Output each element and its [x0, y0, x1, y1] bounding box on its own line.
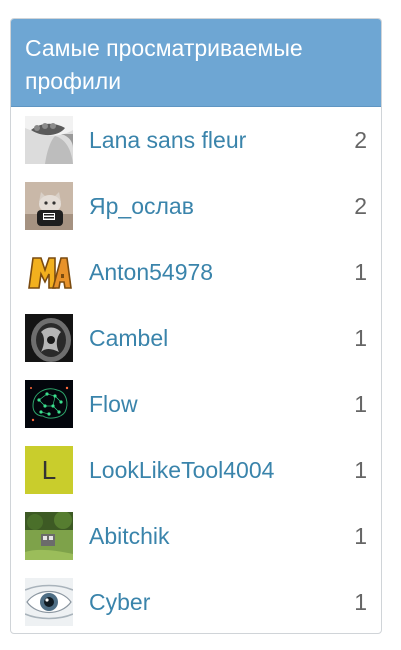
lana-avatar-icon[interactable]	[25, 116, 73, 164]
list-item[interactable]: Anton54978 1	[11, 239, 381, 305]
profile-name[interactable]: Cambel	[89, 325, 354, 352]
letter-avatar[interactable]: L	[25, 446, 73, 494]
profile-name[interactable]: LookLikeTool4004	[89, 457, 354, 484]
list-item[interactable]: L LookLikeTool4004 1	[11, 437, 381, 503]
view-count: 2	[354, 192, 367, 219]
profile-name[interactable]: Cyber	[89, 589, 354, 616]
list-item[interactable]: Яр_ослав 2	[11, 173, 381, 239]
avatar-letter: L	[41, 454, 57, 485]
cat-avatar-icon[interactable]	[25, 182, 73, 230]
view-count: 1	[354, 258, 367, 285]
ma-logo-avatar-icon[interactable]	[25, 248, 73, 296]
profile-name[interactable]: Яр_ослав	[89, 193, 354, 220]
profile-name[interactable]: Anton54978	[89, 259, 354, 286]
view-count: 1	[354, 324, 367, 351]
garden-avatar-icon[interactable]	[25, 512, 73, 560]
most-viewed-profiles-panel: Самые просматриваемые профили Lana sans …	[10, 18, 382, 634]
view-count: 1	[354, 522, 367, 549]
list-item[interactable]: Flow 1	[11, 371, 381, 437]
profiles-list: Lana sans fleur 2 Яр_ослав 2 Anton54978 …	[11, 107, 381, 633]
view-count: 1	[354, 390, 367, 417]
view-count: 1	[354, 588, 367, 615]
tattoo-avatar-icon[interactable]	[25, 314, 73, 362]
view-count: 2	[354, 126, 367, 153]
list-item[interactable]: Lana sans fleur 2	[11, 107, 381, 173]
list-item[interactable]: Abitchik 1	[11, 503, 381, 569]
profile-name[interactable]: Flow	[89, 391, 354, 418]
profile-name[interactable]: Lana sans fleur	[89, 127, 354, 154]
list-item[interactable]: Cyber 1	[11, 569, 381, 633]
view-count: 1	[354, 456, 367, 483]
cyber-eye-avatar-icon[interactable]	[25, 578, 73, 626]
list-item[interactable]: Cambel 1	[11, 305, 381, 371]
panel-title: Самые просматриваемые профили	[11, 19, 381, 107]
profile-name[interactable]: Abitchik	[89, 523, 354, 550]
brain-network-avatar-icon[interactable]	[25, 380, 73, 428]
